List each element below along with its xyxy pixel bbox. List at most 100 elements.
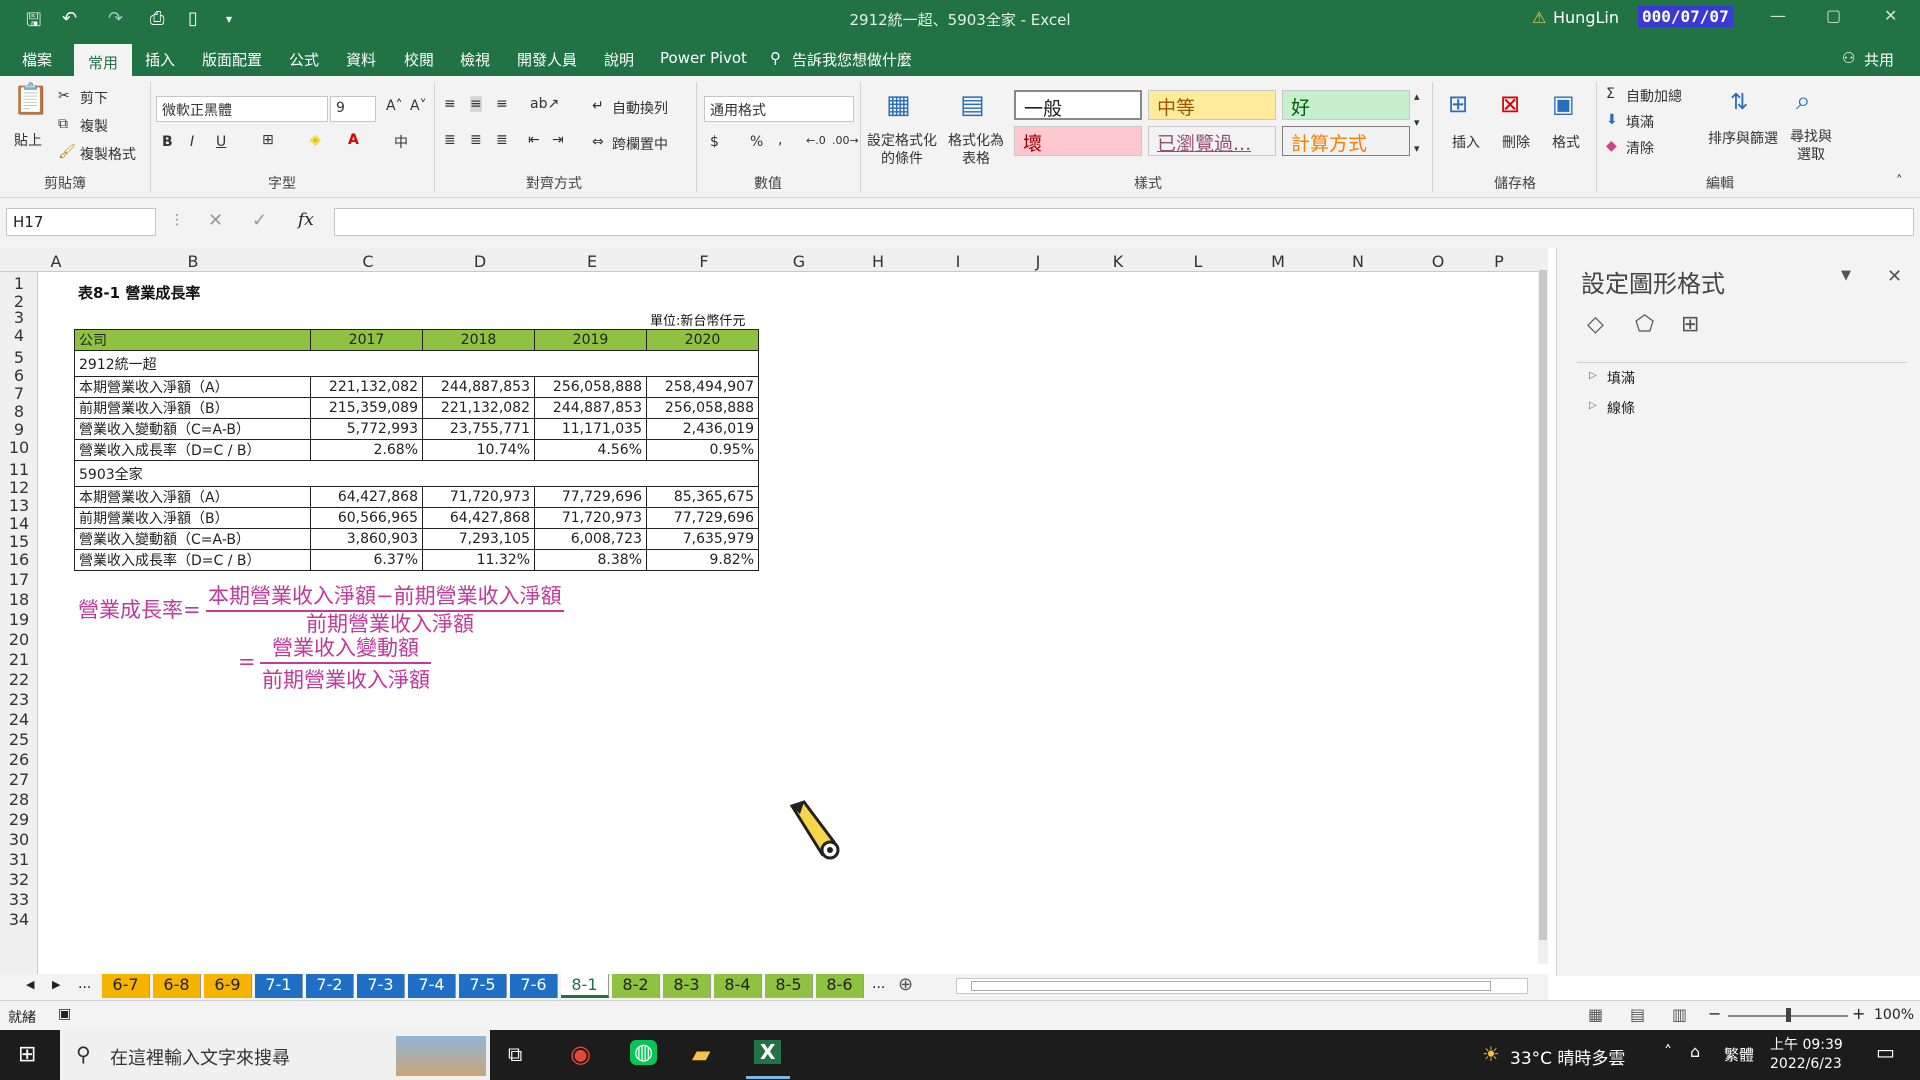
value-cell[interactable]: 244,887,853 — [422, 376, 535, 398]
percent-button[interactable]: % — [750, 134, 763, 150]
row-header[interactable]: 25 — [0, 730, 38, 749]
value-cell[interactable]: 2.68% — [310, 439, 423, 461]
worksheet-grid[interactable]: ABCDEFGHIJKLMNOP 1 2 3 4 5 6 7 8 9 10 11 12 13 14 15 16… — [0, 248, 1548, 976]
sheet-tab[interactable]: 8-6 — [816, 974, 864, 998]
sheet-tab[interactable]: 7-4 — [408, 974, 456, 998]
align-bottom-icon[interactable]: ≡ — [496, 96, 508, 112]
value-cell[interactable]: 8.38% — [534, 549, 647, 571]
tab-help[interactable]: 說明 — [604, 49, 634, 70]
value-cell[interactable]: 256,058,888 — [534, 376, 647, 398]
format-table-button[interactable]: 格式化為表格 — [944, 132, 1008, 168]
align-middle-icon[interactable]: ≡ — [470, 96, 482, 112]
format-cells-icon[interactable]: ▣ — [1552, 90, 1575, 118]
comma-button[interactable]: , — [778, 132, 782, 148]
copy-button[interactable]: 複製 — [80, 116, 108, 136]
sheet-tab[interactable]: 6-7 — [102, 974, 150, 998]
value-cell[interactable]: 64,427,868 — [422, 507, 535, 529]
insert-cells-button[interactable]: 插入 — [1452, 132, 1480, 152]
horizontal-scrollbar[interactable] — [956, 978, 1528, 994]
styles-scroll-down-icon[interactable]: ▾ — [1414, 116, 1420, 129]
style-visited[interactable]: 已瀏覽過... — [1148, 126, 1276, 156]
autosum-icon[interactable]: Σ — [1606, 86, 1615, 102]
conditional-format-button[interactable]: 設定格式化的條件 — [866, 132, 938, 168]
excel-taskbar-icon[interactable]: X — [754, 1040, 782, 1064]
clock-date[interactable]: 2022/6/23 — [1770, 1056, 1842, 1072]
row-header[interactable]: 12 — [0, 478, 38, 497]
tab-power-pivot[interactable]: Power Pivot — [660, 49, 747, 67]
cancel-icon[interactable]: ✕ — [208, 210, 223, 231]
task-view-icon[interactable]: ⧉ — [508, 1042, 522, 1066]
column-header[interactable]: O — [1398, 252, 1478, 271]
row-header[interactable]: 14 — [0, 514, 38, 533]
italic-button[interactable]: I — [190, 134, 194, 150]
styles-more-icon[interactable]: ▾ — [1414, 142, 1420, 155]
clear-button[interactable]: 清除 — [1626, 138, 1654, 158]
row-label[interactable]: 營業收入變動額（C=A-B） — [74, 418, 311, 440]
row-header[interactable]: 24 — [0, 710, 38, 729]
value-cell[interactable]: 2,436,019 — [646, 418, 759, 440]
tab-formulas[interactable]: 公式 — [289, 49, 319, 70]
row-header[interactable]: 1 — [0, 274, 38, 293]
column-header[interactable]: I — [918, 252, 998, 271]
row-header[interactable]: 27 — [0, 770, 38, 789]
column-header[interactable]: H — [838, 252, 918, 271]
sort-filter-button[interactable]: 排序與篩選 — [1708, 128, 1778, 148]
value-cell[interactable]: 71,720,973 — [534, 507, 647, 529]
row-header[interactable]: 21 — [0, 650, 38, 669]
format-table-icon[interactable]: ▤ — [960, 90, 985, 120]
delete-cells-button[interactable]: 刪除 — [1502, 132, 1530, 152]
share-button[interactable]: 共用 — [1864, 49, 1894, 70]
row-header[interactable]: 10 — [0, 438, 38, 457]
expand-fill-icon[interactable]: ▷ — [1589, 370, 1597, 381]
underline-button[interactable]: U — [216, 134, 226, 150]
decrease-decimal-icon[interactable]: .00→ — [832, 134, 859, 147]
sheet-tab[interactable]: 7-1 — [255, 974, 303, 998]
column-header[interactable]: J — [998, 252, 1078, 271]
tray-chevron-icon[interactable]: ˄ — [1664, 1042, 1672, 1061]
value-cell[interactable]: 60,566,965 — [310, 507, 423, 529]
currency-button[interactable]: $ — [710, 134, 719, 150]
column-header[interactable]: B — [74, 252, 312, 271]
row-header[interactable]: 28 — [0, 790, 38, 809]
tab-insert[interactable]: 插入 — [145, 49, 175, 70]
network-icon[interactable]: ⌂ — [1690, 1042, 1700, 1061]
sheet-tab[interactable]: 8-5 — [765, 974, 813, 998]
row-header[interactable]: 6 — [0, 366, 38, 385]
align-left-icon[interactable]: ≣ — [444, 132, 456, 148]
style-good[interactable]: 好 — [1282, 90, 1410, 120]
row-header[interactable]: 29 — [0, 810, 38, 829]
value-cell[interactable]: 215,359,089 — [310, 397, 423, 419]
indent-decrease-icon[interactable]: ⇤ — [528, 132, 540, 148]
table-row[interactable]: 營業收入變動額（C=A-B） 3,860,903 7,293,105 6,008,72… — [74, 528, 759, 550]
value-cell[interactable]: 6,008,723 — [534, 528, 647, 550]
merge-icon[interactable]: ⇔ — [592, 134, 604, 150]
sheet-tab[interactable]: 7-6 — [510, 974, 558, 998]
row-header[interactable]: 22 — [0, 670, 38, 689]
row-header[interactable]: 4 — [0, 326, 38, 345]
format-painter-button[interactable]: 複製格式 — [80, 144, 136, 164]
sheet-tab[interactable]: 6-9 — [204, 974, 252, 998]
header-cell[interactable]: 2017 — [310, 329, 423, 351]
value-cell[interactable]: 11.32% — [422, 549, 535, 571]
expand-line-icon[interactable]: ▷ — [1589, 400, 1597, 411]
name-box[interactable]: H17 — [6, 208, 156, 236]
row-label[interactable]: 營業收入變動額（C=A-B） — [74, 528, 311, 550]
row-header[interactable]: 20 — [0, 630, 38, 649]
row-header[interactable]: 5 — [0, 348, 38, 367]
row-label[interactable]: 前期營業收入淨額（B） — [74, 507, 311, 529]
table-row[interactable]: 營業收入變動額（C=A-B） 5,772,993 23,755,771 11,171,… — [74, 418, 759, 440]
formula-lhs[interactable]: 營業成長率= — [78, 594, 201, 624]
value-cell[interactable]: 244,887,853 — [534, 397, 647, 419]
sheet-tab[interactable]: 7-5 — [459, 974, 507, 998]
sheet-tab[interactable]: 6-8 — [153, 974, 201, 998]
row-header[interactable]: 3 — [0, 308, 38, 327]
table-row[interactable]: 營業收入成長率（D=C / B） 6.37% 11.32% 8.38% 9.82% — [74, 549, 759, 571]
row-label[interactable]: 前期營業收入淨額（B） — [74, 397, 311, 419]
unit-label[interactable]: 單位:新台幣仟元 — [650, 310, 745, 329]
row-header[interactable]: 7 — [0, 384, 38, 403]
ime-indicator[interactable]: 繁體 — [1724, 1044, 1754, 1065]
column-header[interactable]: N — [1318, 252, 1398, 271]
align-top-icon[interactable]: ≡ — [444, 96, 456, 112]
normal-view-icon[interactable]: ▦ — [1588, 1005, 1603, 1024]
column-header[interactable]: G — [760, 252, 838, 271]
